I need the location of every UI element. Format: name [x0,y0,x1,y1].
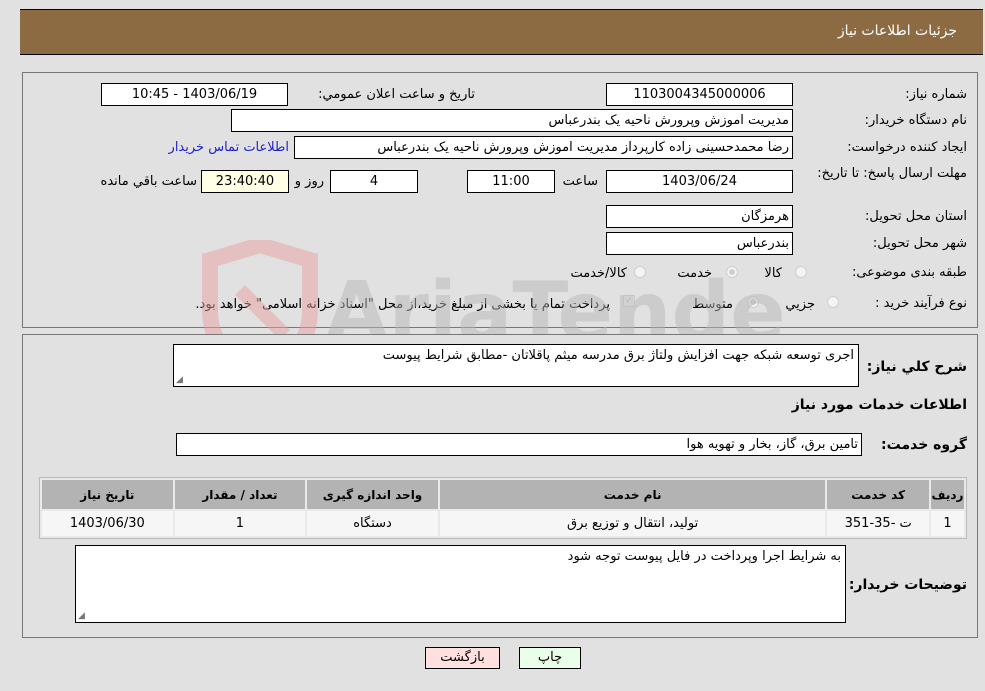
category-label: طبقه بندی موضوعی: [851,265,967,280]
category-radio-goods[interactable] [795,266,807,278]
announce-field: 1403/06/19 - 10:45 [101,83,288,106]
col-service-code: کد خدمت [827,480,929,509]
requester-label: ایجاد کننده درخواست: [847,140,967,155]
col-service-name: نام خدمت [439,480,826,509]
purchase-radio-medium[interactable] [747,296,759,308]
province-field: هرمزگان [606,205,793,228]
page-header: جزئیات اطلاعات نیاز [20,9,983,55]
cell-quantity: 1 [174,511,306,536]
days-label: روز و [294,174,324,189]
buyer-notes-text: به شرایط اجرا وپرداخت در فایل پیوست توجه… [567,549,841,564]
summary-textarea[interactable]: اجری توسعه شبکه جهت افزایش ولتاژ برق مدر… [173,344,859,387]
time-remaining-field: 23:40:40 [201,170,289,193]
buyer-notes-textarea[interactable]: به شرایط اجرا وپرداخت در فایل پیوست توجه… [75,545,846,623]
cell-row-number: 1 [930,511,964,536]
deadline-time-field: 11:00 [467,170,555,193]
requester-field: رضا محمدحسینی زاده کارپرداز مدیریت اموزش… [294,136,793,159]
resize-grip-icon[interactable]: ◢ [78,611,85,621]
col-row-number: ردیف [930,480,964,509]
table-header-row: ردیف کد خدمت نام خدمت واحد اندازه گیری ت… [42,480,964,509]
treasury-note: پرداخت تمام یا بخشی از مبلغ خرید،از محل … [195,297,610,312]
buyer-notes-label: توضیحات خریدار: [848,577,967,593]
category-option-goods: کالا [764,266,782,281]
service-group-label: گروه خدمت: [881,437,967,453]
buyer-org-field: مدیریت اموزش وپرورش ناحیه یک بندرعباس [231,109,793,132]
category-option-service: خدمت [677,266,712,281]
cell-service-code: ت -35-351 [827,511,929,536]
category-radio-goods-service[interactable] [634,266,646,278]
city-field: بندرعباس [606,232,793,255]
province-label: استان محل تحویل: [865,209,967,224]
service-group-field: تامین برق، گاز، بخار و تهویه هوا [176,433,862,456]
col-need-date: تاریخ نیاز [42,480,173,509]
buyer-org-label: نام دستگاه خریدار: [864,113,967,128]
purchase-option-medium: متوسط [692,297,733,312]
cell-service-name: تولید، انتقال و توزیع برق [439,511,826,536]
announce-label: تاریخ و ساعت اعلان عمومي: [318,87,475,102]
print-button[interactable]: چاپ [519,647,581,669]
purchase-radio-minor[interactable] [827,296,839,308]
services-table: ردیف کد خدمت نام خدمت واحد اندازه گیری ت… [39,477,967,539]
summary-label: شرح کلي نیاز: [866,359,967,375]
need-number-label: شماره نیاز: [905,87,967,102]
page-title: جزئیات اطلاعات نیاز [837,23,957,39]
purchase-option-minor: جزيي [785,297,815,312]
col-unit: واحد اندازه گیری [307,480,438,509]
category-radio-service[interactable] [726,266,738,278]
summary-text: اجری توسعه شبکه جهت افزایش ولتاژ برق مدر… [382,348,854,363]
col-quantity: تعداد / مقدار [174,480,306,509]
deadline-time-label: ساعت [562,174,598,189]
treasury-checkbox[interactable]: ✓ [623,295,635,307]
buyer-contact-link[interactable]: اطلاعات تماس خریدار [169,140,289,155]
category-option-goods-service: کالا/خدمت [570,266,627,281]
purchase-type-label: نوع فرآیند خرید : [875,296,967,311]
cell-need-date: 1403/06/30 [42,511,173,536]
need-number-field: 1103004345000006 [606,83,793,106]
deadline-date-field: 1403/06/24 [606,170,793,193]
days-remaining-field: 4 [330,170,418,193]
table-row: 1 ت -35-351 تولید، انتقال و توزیع برق دس… [42,511,964,536]
resize-grip-icon[interactable]: ◢ [176,375,183,385]
city-label: شهر محل تحویل: [872,236,967,251]
cell-unit: دستگاه [307,511,438,536]
back-button[interactable]: بازگشت [425,647,500,669]
services-heading: اطلاعات خدمات مورد نیاز [791,397,967,413]
deadline-label: مهلت ارسال پاسخ: تا تاریخ: [817,166,967,181]
time-remaining-label: ساعت باقي مانده [100,174,197,189]
